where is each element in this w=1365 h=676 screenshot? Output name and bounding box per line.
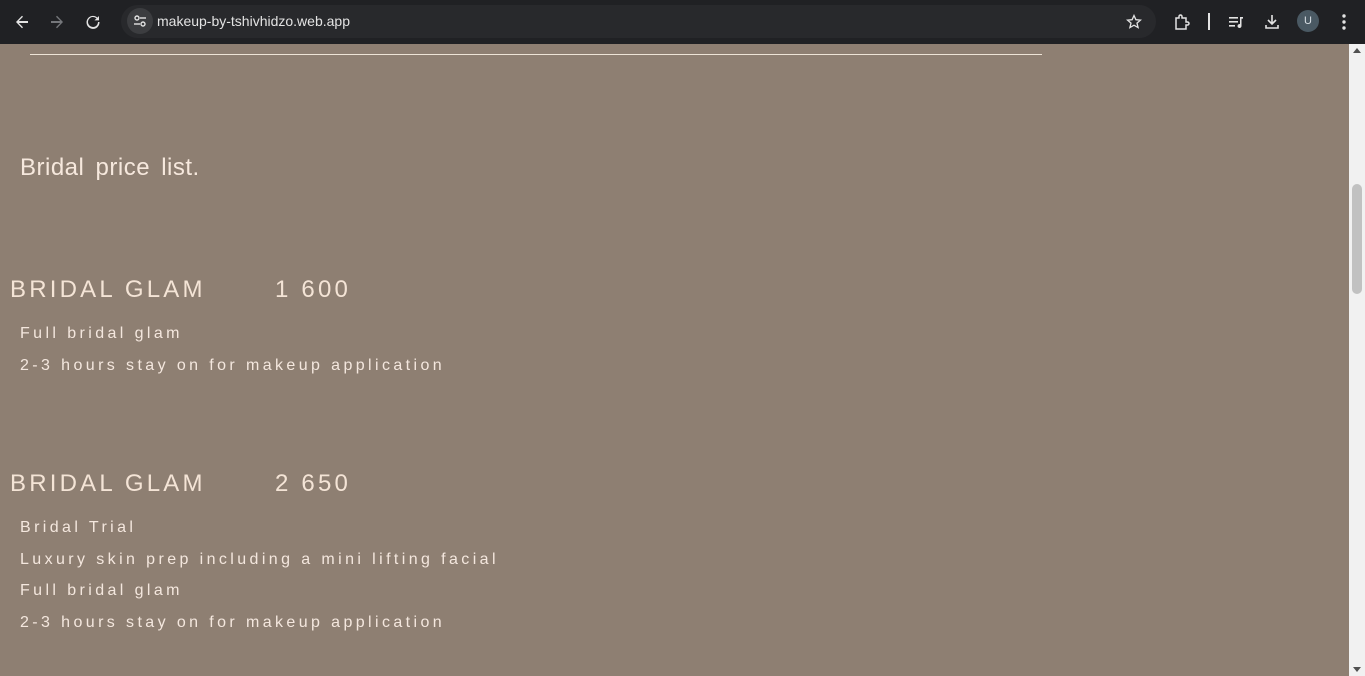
more-vert-icon [1342, 14, 1346, 30]
puzzle-icon [1175, 14, 1190, 30]
section-divider [30, 54, 1042, 55]
toolbar-divider [1208, 13, 1210, 30]
extensions-button[interactable] [1169, 9, 1195, 35]
vertical-scrollbar[interactable] [1349, 44, 1365, 676]
package-feature: 2-3 hours stay on for makeup application [20, 614, 446, 631]
package-feature: Bridal Trial [20, 519, 137, 536]
reading-list-button[interactable] [1223, 9, 1249, 35]
scroll-down-arrow-icon[interactable] [1353, 667, 1361, 672]
address-bar[interactable]: makeup-by-tshivhidzo.web.app [121, 5, 1156, 38]
reload-button[interactable] [79, 8, 107, 36]
package-feature: Full bridal glam [20, 325, 183, 342]
package-feature: Luxury skin prep including a mini liftin… [20, 551, 499, 568]
scroll-up-arrow-icon[interactable] [1353, 48, 1361, 53]
package-price: 2 650 [275, 470, 352, 497]
package-feature: Full bridal glam [20, 582, 183, 599]
forward-button[interactable] [43, 8, 71, 36]
package-name: BRIDAL GLAM [10, 276, 206, 303]
scrollbar-thumb[interactable] [1352, 184, 1362, 294]
site-info-button[interactable] [127, 8, 153, 34]
downloads-button[interactable] [1259, 9, 1285, 35]
section-title: Bridal price list. [20, 154, 200, 181]
bookmark-button[interactable] [1124, 12, 1144, 32]
menu-button[interactable] [1331, 9, 1357, 35]
package-heading: BRIDAL GLAM 1 600 [10, 276, 351, 304]
download-icon [1265, 15, 1279, 29]
star-icon [1126, 14, 1142, 29]
reload-icon [86, 15, 100, 29]
package-name: BRIDAL GLAM [10, 470, 206, 497]
page-content: Bridal price list. BRIDAL GLAM 1 600 Ful… [0, 44, 1349, 676]
back-button[interactable] [8, 8, 36, 36]
profile-avatar[interactable]: U [1297, 10, 1319, 32]
playlist-icon [1229, 17, 1243, 29]
package-price: 1 600 [275, 276, 352, 303]
tune-icon [134, 15, 146, 27]
browser-toolbar: makeup-by-tshivhidzo.web.app U [0, 0, 1365, 44]
package-heading: BRIDAL GLAM 2 650 [10, 470, 351, 498]
arrow-right-icon [51, 15, 63, 29]
package-feature: 2-3 hours stay on for makeup application [20, 357, 446, 374]
url-text[interactable]: makeup-by-tshivhidzo.web.app [157, 13, 350, 29]
arrow-left-icon [16, 15, 28, 29]
